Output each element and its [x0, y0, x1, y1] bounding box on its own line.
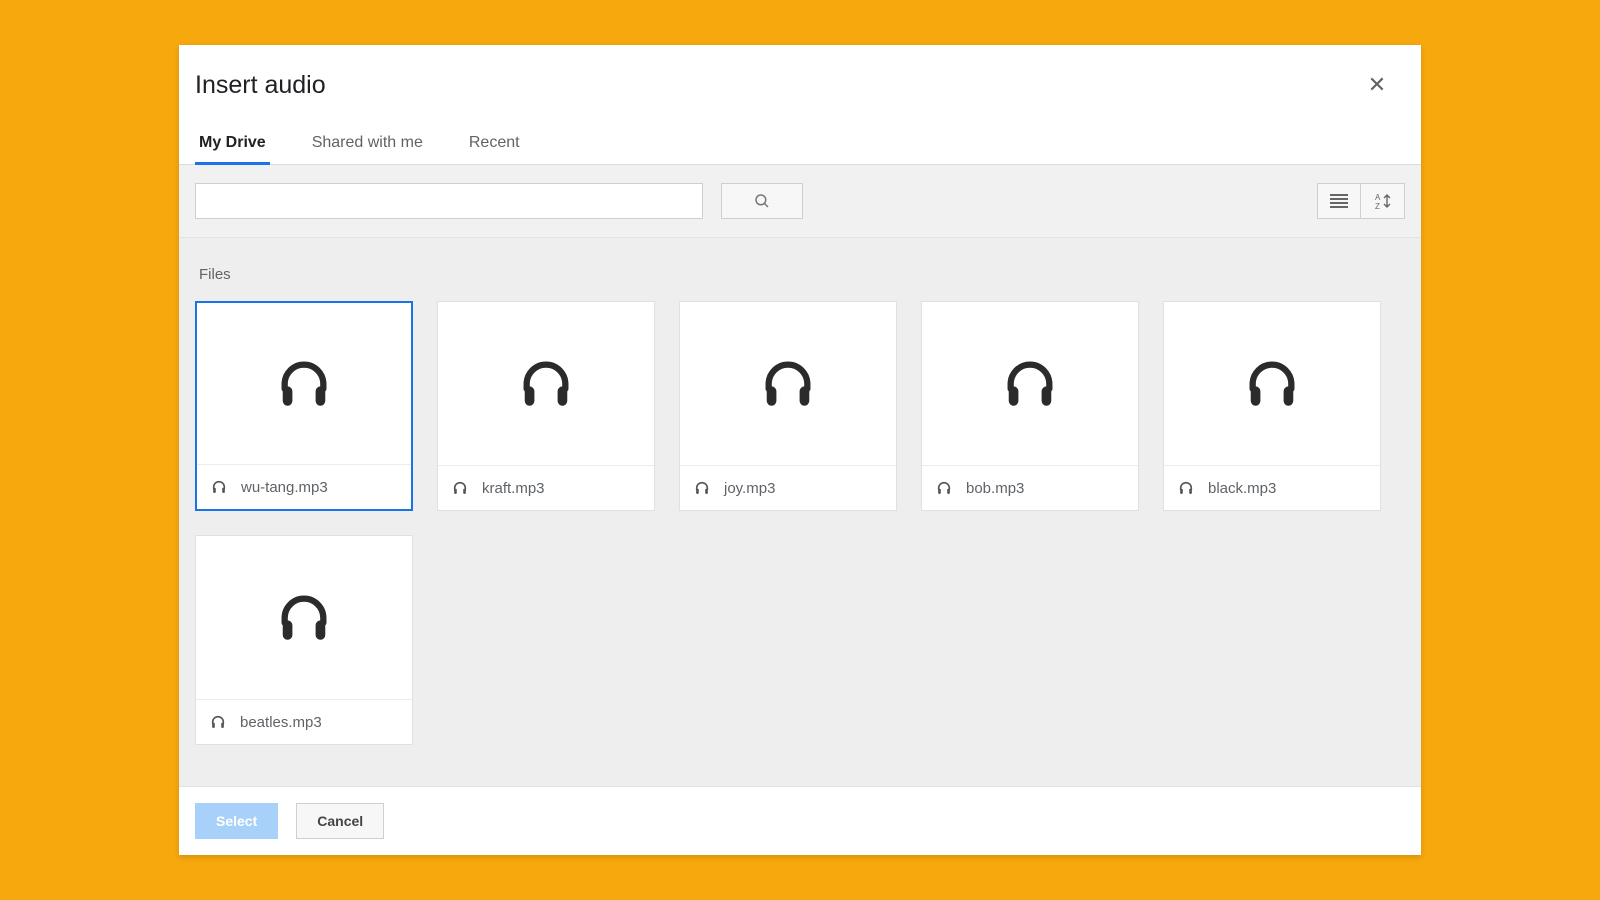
- file-footer: bob.mp3: [922, 466, 1138, 510]
- file-footer: black.mp3: [1164, 466, 1380, 510]
- file-name: beatles.mp3: [240, 714, 322, 731]
- sort-button[interactable]: A Z: [1361, 183, 1405, 219]
- headphones-icon: [1243, 355, 1301, 413]
- file-card[interactable]: wu-tang.mp3: [195, 301, 413, 511]
- file-card[interactable]: black.mp3: [1163, 301, 1381, 511]
- svg-text:Z: Z: [1375, 202, 1380, 210]
- audio-file-icon: [1178, 480, 1194, 496]
- close-button[interactable]: ✕: [1363, 71, 1391, 99]
- audio-file-icon: [452, 480, 468, 496]
- file-thumbnail: [922, 302, 1138, 466]
- file-card[interactable]: bob.mp3: [921, 301, 1139, 511]
- audio-file-icon: [210, 714, 226, 730]
- file-name: wu-tang.mp3: [241, 479, 328, 496]
- file-card[interactable]: kraft.mp3: [437, 301, 655, 511]
- search-button[interactable]: [721, 183, 803, 219]
- tab-recent[interactable]: Recent: [467, 126, 522, 164]
- file-thumbnail: [1164, 302, 1380, 466]
- tab-bar: My Drive Shared with me Recent: [195, 126, 1391, 164]
- insert-audio-dialog: Insert audio ✕ My Drive Shared with me R…: [179, 45, 1421, 855]
- close-icon: ✕: [1368, 72, 1386, 98]
- file-name: black.mp3: [1208, 480, 1276, 497]
- file-thumbnail: [680, 302, 896, 466]
- headphones-icon: [1001, 355, 1059, 413]
- svg-text:A: A: [1375, 193, 1381, 202]
- file-thumbnail: [196, 536, 412, 700]
- list-view-icon: [1330, 194, 1348, 208]
- headphones-icon: [275, 589, 333, 647]
- search-icon: [753, 192, 771, 210]
- dialog-title: Insert audio: [195, 71, 326, 100]
- file-footer: wu-tang.mp3: [197, 465, 411, 509]
- audio-file-icon: [694, 480, 710, 496]
- dialog-footer: Select Cancel: [179, 786, 1421, 855]
- search-input[interactable]: [195, 183, 703, 219]
- tab-my-drive[interactable]: My Drive: [197, 126, 268, 164]
- file-thumbnail: [197, 303, 411, 465]
- cancel-button[interactable]: Cancel: [296, 803, 384, 839]
- file-browser: Files wu-tang.mp3 kraft.mp3: [179, 238, 1421, 786]
- file-name: bob.mp3: [966, 480, 1024, 497]
- headphones-icon: [759, 355, 817, 413]
- headphones-icon: [275, 355, 333, 413]
- file-name: joy.mp3: [724, 480, 775, 497]
- file-grid: wu-tang.mp3 kraft.mp3 joy.mp3: [195, 301, 1405, 745]
- audio-file-icon: [211, 479, 227, 495]
- file-card[interactable]: joy.mp3: [679, 301, 897, 511]
- file-footer: joy.mp3: [680, 466, 896, 510]
- sort-az-icon: A Z: [1374, 192, 1392, 210]
- section-label-files: Files: [199, 266, 1405, 283]
- file-thumbnail: [438, 302, 654, 466]
- headphones-icon: [517, 355, 575, 413]
- select-button[interactable]: Select: [195, 803, 278, 839]
- file-footer: kraft.mp3: [438, 466, 654, 510]
- file-card[interactable]: beatles.mp3: [195, 535, 413, 745]
- file-footer: beatles.mp3: [196, 700, 412, 744]
- audio-file-icon: [936, 480, 952, 496]
- tab-shared-with-me[interactable]: Shared with me: [310, 126, 425, 164]
- list-view-button[interactable]: [1317, 183, 1361, 219]
- file-name: kraft.mp3: [482, 480, 545, 497]
- search-toolbar: A Z: [179, 164, 1421, 238]
- dialog-header: Insert audio ✕ My Drive Shared with me R…: [179, 45, 1421, 164]
